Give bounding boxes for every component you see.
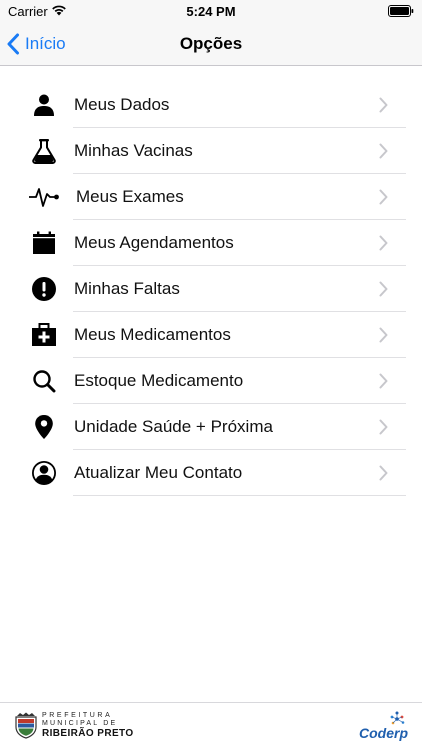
pulse-icon: [28, 183, 60, 211]
options-list: Meus Dados Minhas Vacinas Meus Exames Me…: [0, 82, 422, 496]
menu-item-meus-dados[interactable]: Meus Dados: [0, 82, 422, 128]
row-separator: [73, 495, 406, 496]
medical-kit-icon: [30, 321, 58, 349]
coderp-logo: Coderp: [359, 711, 408, 743]
chevron-right-icon: [379, 97, 388, 113]
menu-item-estoque-medicamento[interactable]: Estoque Medicamento: [0, 358, 422, 404]
chevron-right-icon: [379, 281, 388, 297]
calendar-icon: [30, 229, 58, 257]
chevron-right-icon: [379, 235, 388, 251]
menu-item-label: Meus Agendamentos: [74, 233, 234, 252]
menu-item-label: Meus Medicamentos: [74, 325, 231, 344]
prefeitura-logo: PREFEITURA MUNICIPAL DE RIBEIRÃO PRETO: [14, 711, 134, 739]
chevron-right-icon: [379, 419, 388, 435]
prefeitura-line1: PREFEITURA: [42, 711, 113, 719]
menu-item-label: Minhas Faltas: [74, 279, 180, 298]
menu-item-label: Unidade Saúde + Próxima: [74, 417, 273, 436]
flask-icon: [30, 137, 58, 165]
menu-item-minhas-faltas[interactable]: Minhas Faltas: [0, 266, 422, 312]
chevron-right-icon: [379, 327, 388, 343]
alert-icon: [30, 275, 58, 303]
search-icon: [30, 367, 58, 395]
page-title: Opções: [179, 34, 243, 53]
menu-item-label: Meus Exames: [76, 187, 184, 206]
user-icon: [30, 91, 58, 119]
prefeitura-line3: RIBEIRÃO PRETO: [42, 727, 134, 739]
location-pin-icon: [30, 413, 58, 441]
menu-item-meus-exames[interactable]: Meus Exames: [0, 174, 422, 220]
menu-item-label: Estoque Medicamento: [74, 371, 244, 390]
city-crest-icon: [15, 712, 37, 739]
chevron-right-icon: [379, 189, 388, 205]
footer: PREFEITURA MUNICIPAL DE RIBEIRÃO PRETO C…: [0, 702, 422, 750]
battery-icon: [388, 5, 414, 17]
chevron-right-icon: [379, 373, 388, 389]
prefeitura-text: PREFEITURA MUNICIPAL DE RIBEIRÃO PRETO: [42, 712, 134, 739]
navigation-bar: Início Opções: [0, 22, 422, 66]
menu-item-label: Meus Dados: [74, 95, 170, 114]
menu-item-label: Atualizar Meu Contato: [74, 463, 243, 482]
clock-label: 5:24 PM: [186, 4, 236, 19]
menu-item-atualizar-meu-contato[interactable]: Atualizar Meu Contato: [0, 450, 422, 496]
chevron-right-icon: [379, 143, 388, 159]
menu-item-unidade-saude-proxima[interactable]: Unidade Saúde + Próxima: [0, 404, 422, 450]
menu-item-meus-medicamentos[interactable]: Meus Medicamentos: [0, 312, 422, 358]
menu-item-label: Minhas Vacinas: [74, 141, 193, 160]
user-circle-icon: [30, 459, 58, 487]
prefeitura-line2: MUNICIPAL DE: [42, 719, 118, 727]
network-dots-icon: [390, 711, 405, 725]
menu-item-meus-agendamentos[interactable]: Meus Agendamentos: [0, 220, 422, 266]
menu-item-minhas-vacinas[interactable]: Minhas Vacinas: [0, 128, 422, 174]
status-bar: Carrier 5:24 PM: [0, 0, 422, 22]
chevron-right-icon: [379, 465, 388, 481]
coderp-label: Coderp: [359, 725, 408, 741]
